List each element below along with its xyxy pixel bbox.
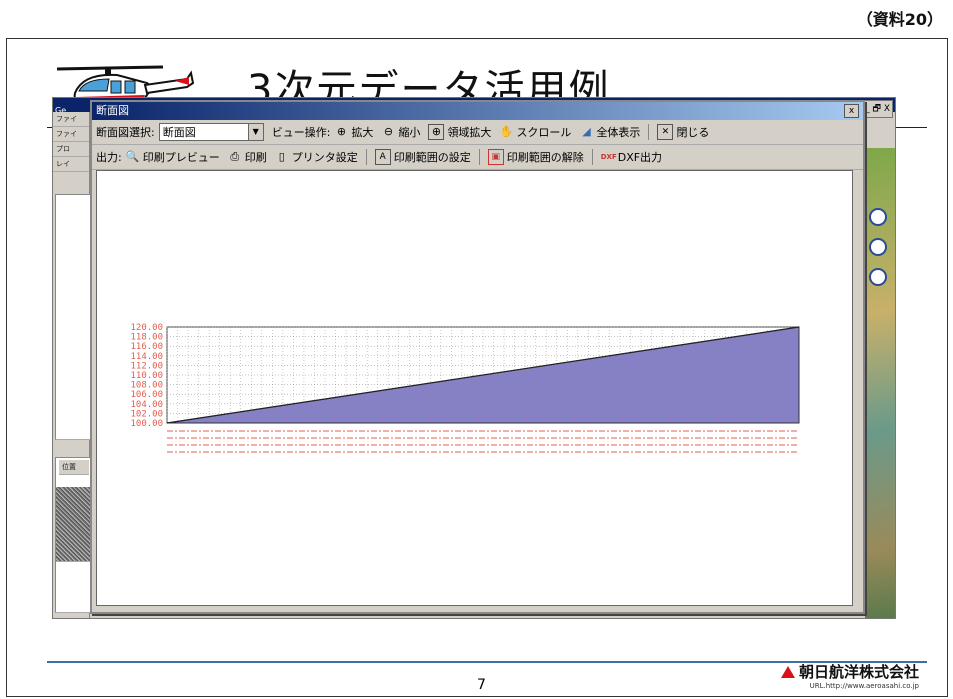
area-zoom-button[interactable]: ⊕ 領域拡大 — [428, 124, 491, 140]
dialog-title-bar[interactable]: 断面図 x — [92, 102, 863, 120]
company-brand: 朝日航洋株式会社 URL.http://www.aeroasahi.co.jp — [780, 661, 919, 690]
toolbar-separator — [591, 149, 593, 165]
y-tick-label: 100.00 — [130, 419, 163, 429]
fit-all-button[interactable]: ◢ 全体表示 — [579, 124, 640, 140]
window-close-icon: ✕ — [657, 124, 674, 140]
cross-section-dialog: 断面図 x 断面図選択: 断面図 ▼ ビュー操作: ⊕ 拡大 ⊖ 縮小 ⊕ 領域拡大 ✋… — [90, 100, 865, 614]
print-preview-icon: 🔍 — [125, 150, 140, 163]
zoom-out-button[interactable]: ⊖ 縮小 — [381, 124, 421, 140]
background-left-panel: ファイ ファイ プロ レイ 位置 — [53, 112, 93, 618]
dialog-title: 断面図 — [96, 104, 129, 117]
scroll-button[interactable]: ✋ スクロール — [499, 124, 572, 140]
clear-print-range-button[interactable]: ▣ 印刷範囲の解除 — [487, 149, 584, 165]
printer-setup-button[interactable]: ▯ プリンタ設定 — [275, 149, 358, 165]
bg-menu-item[interactable]: レイ — [53, 157, 89, 172]
y-tick-label: 112.00 — [130, 361, 163, 371]
close-icon[interactable]: x — [844, 104, 859, 118]
document-label: （資料20） — [856, 10, 943, 29]
logo-triangle-icon — [780, 666, 795, 678]
toolbar-separator — [365, 149, 367, 165]
toolbar-separator — [478, 149, 480, 165]
y-tick-label: 118.00 — [130, 333, 163, 343]
set-print-range-button[interactable]: A 印刷範囲の設定 — [374, 149, 471, 165]
toolbar-output: 出力: 🔍 印刷プレビュー ⎙ 印刷 ▯ プリンタ設定 A 印刷範囲の設定 ▣ 印刷範囲の… — [92, 145, 863, 170]
y-tick-label: 110.00 — [130, 371, 163, 381]
y-tick-label: 120.00 — [130, 323, 163, 333]
printer-icon: ⎙ — [230, 150, 240, 163]
cross-section-chart: 120.00118.00116.00114.00112.00110.00108.… — [130, 323, 800, 453]
close-view-button[interactable]: ✕ 閉じる — [657, 124, 709, 140]
background-image-thumbnail — [56, 487, 90, 562]
fit-all-icon: ◢ — [582, 125, 591, 138]
y-tick-label: 104.00 — [130, 400, 163, 410]
y-tick-label: 116.00 — [130, 342, 163, 352]
bg-lower-label: 位置 — [59, 460, 89, 475]
print-button[interactable]: ⎙ 印刷 — [228, 149, 266, 165]
hand-scroll-icon: ✋ — [499, 125, 514, 138]
bg-menu-item[interactable]: ファイ — [53, 127, 89, 142]
zoom-in-icon: ⊕ — [336, 125, 347, 138]
view-label: ビュー操作: — [271, 126, 331, 139]
section-canvas[interactable]: 120.00 118.00 116.00 114.00 112.00 110.00 108.… — [96, 170, 853, 606]
y-tick-label: 102.00 — [130, 409, 163, 419]
y-tick-label: 106.00 — [130, 390, 163, 400]
chevron-down-icon[interactable]: ▼ — [247, 124, 263, 140]
output-label: 出力: — [96, 151, 122, 164]
toolbar-view: 断面図選択: 断面図 ▼ ビュー操作: ⊕ 拡大 ⊖ 縮小 ⊕ 領域拡大 ✋ スクロール … — [92, 120, 863, 145]
clear-range-icon: ▣ — [487, 149, 504, 165]
select-label: 断面図選択: — [96, 126, 155, 139]
toolbar-separator — [648, 124, 650, 140]
area-zoom-icon: ⊕ — [428, 124, 445, 140]
company-url: URL.http://www.aeroasahi.co.jp — [809, 682, 919, 690]
print-preview-button[interactable]: 🔍 印刷プレビュー — [126, 149, 220, 165]
company-name: 朝日航洋株式会社 — [798, 663, 919, 681]
background-window-controls[interactable]: _ 🗗 X — [862, 100, 893, 118]
page-number: 7 — [477, 677, 486, 693]
document-icon: ▯ — [278, 150, 285, 163]
section-select[interactable]: 断面図 ▼ — [158, 123, 264, 141]
zoom-out-icon: ⊖ — [383, 125, 394, 138]
nav-circle-icon[interactable] — [869, 238, 887, 256]
bg-menu-item[interactable]: ファイ — [53, 112, 89, 127]
nav-circle-icon[interactable] — [869, 268, 887, 286]
nav-circle-icon[interactable] — [869, 208, 887, 226]
y-tick-label: 108.00 — [130, 381, 163, 391]
background-tree-view[interactable] — [55, 194, 93, 440]
dxf-output-button[interactable]: DXF DXF出力 — [601, 149, 662, 165]
bg-menu-item[interactable]: プロ — [53, 142, 89, 157]
print-range-icon: A — [374, 149, 391, 165]
y-tick-label: 114.00 — [130, 352, 163, 362]
zoom-in-button[interactable]: ⊕ 拡大 — [334, 124, 374, 140]
dxf-icon: DXF — [600, 153, 617, 161]
